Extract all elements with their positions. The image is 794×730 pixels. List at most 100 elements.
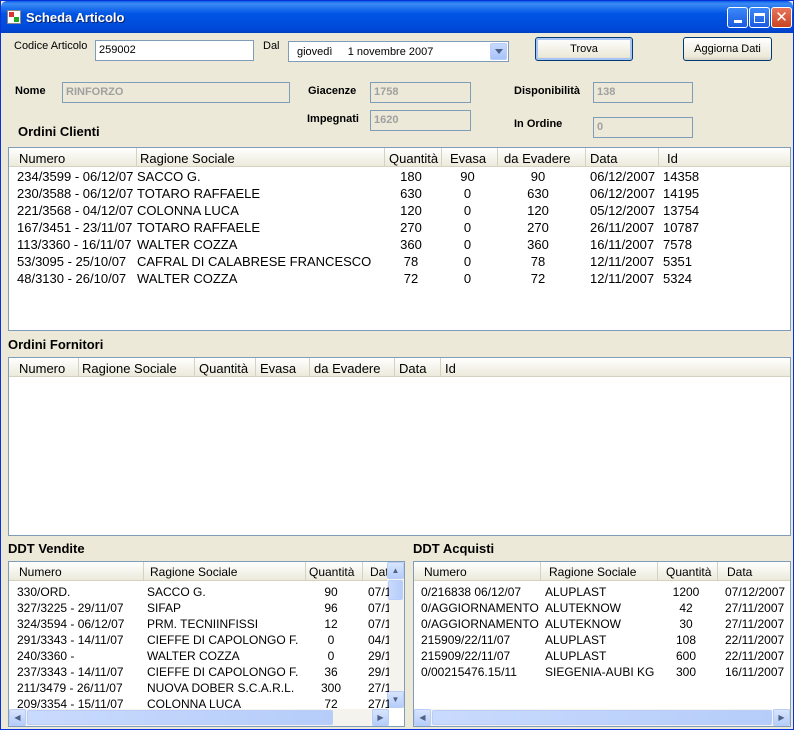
cell-data: 07/1	[368, 601, 389, 615]
column-header-data[interactable]: Data	[718, 562, 790, 581]
ordini-fornitori-list[interactable]: Numero Ragione Sociale Quantità Evasa da…	[8, 357, 791, 536]
column-header-quantita[interactable]: Quantità	[385, 148, 442, 167]
cell-quantita: 72	[324, 697, 338, 711]
giacenze-field: 1758	[370, 82, 471, 103]
ddt-acquisti-list[interactable]: Numero Ragione Sociale Quantità Data ◀ ▶…	[413, 561, 791, 727]
table-row[interactable]: 167/3451 - 23/11/07 TOTARO RAFFAELE 270 0 27…	[9, 219, 790, 236]
column-header-ragione-sociale[interactable]: Ragione Sociale	[541, 562, 658, 581]
cell-data: 22/11/2007	[725, 633, 785, 647]
cell-quantita: 300	[320, 681, 342, 695]
column-header-ragione-sociale[interactable]: Ragione Sociale	[137, 148, 385, 167]
scroll-thumb[interactable]	[27, 710, 333, 725]
chevron-down-icon[interactable]	[490, 43, 507, 60]
table-row[interactable]: 324/3594 - 06/12/07 PRM. TECNIINFISSI 12 07…	[9, 616, 404, 632]
cell-numero: 221/3568 - 04/12/07	[17, 203, 134, 218]
cell-numero: 324/3594 - 06/12/07	[17, 617, 125, 631]
cell-ragione-sociale: CIEFFE DI CAPOLONGO F.	[147, 665, 299, 679]
cell-ragione-sociale: WALTER COZZA	[137, 271, 238, 286]
table-row[interactable]: 53/3095 - 25/10/07 CAFRAL DI CALABRESE FR…	[9, 253, 790, 270]
column-header-numero[interactable]: Numero	[9, 148, 137, 167]
column-header-numero[interactable]: Numero	[414, 562, 541, 581]
table-row[interactable]: 215909/22/11/07 ALUPLAST 600 22/11/2007	[414, 648, 790, 664]
scroll-right-icon[interactable]: ▶	[773, 709, 790, 726]
table-row[interactable]: 240/3360 - WALTER COZZA 0 29/1	[9, 648, 404, 664]
column-header-data[interactable]: Data	[395, 358, 441, 377]
table-row[interactable]: 0/AGGIORNAMENTO ALUTEKNOW 30 27/11/2007	[414, 616, 790, 632]
title-bar[interactable]: Scheda Articolo ✕	[1, 1, 793, 33]
window-title: Scheda Articolo	[26, 10, 125, 25]
cell-numero: 215909/22/11/07	[421, 633, 511, 647]
cell-quantita: 42	[679, 601, 693, 615]
codice-articolo-input[interactable]: 259002	[95, 40, 254, 61]
table-row[interactable]: 0/216838 06/12/07 ALUPLAST 1200 07/12/2007	[414, 584, 790, 600]
table-row[interactable]: 291/3343 - 14/11/07 CIEFFE DI CAPOLONGO F…	[9, 632, 404, 648]
cell-data: 29/1	[368, 649, 389, 663]
scroll-left-icon[interactable]: ◀	[414, 709, 431, 726]
close-button[interactable]: ✕	[771, 7, 792, 28]
cell-numero: 237/3343 - 14/11/07	[17, 665, 124, 679]
cell-da-evadere: 360	[527, 237, 549, 252]
cell-ragione-sociale: TOTARO RAFFAELE	[137, 220, 261, 235]
column-header-quantita[interactable]: Quantità	[658, 562, 718, 581]
cell-data: 12/11/2007	[590, 271, 655, 286]
cell-data: 27/11/2007	[725, 601, 785, 615]
maximize-button[interactable]	[749, 7, 770, 28]
nome-label: Nome	[15, 85, 46, 97]
cell-ragione-sociale: COLONNA LUCA	[137, 203, 239, 218]
table-row[interactable]: 48/3130 - 26/10/07 WALTER COZZA 72 0 72 12/11…	[9, 270, 790, 287]
scroll-thumb[interactable]	[432, 710, 772, 725]
table-row[interactable]: 211/3479 - 26/11/07 NUOVA DOBER S.C.A.R.L…	[9, 680, 404, 696]
trova-button[interactable]: Trova	[535, 37, 633, 61]
cell-data: 22/11/2007	[725, 649, 785, 663]
minimize-button[interactable]	[727, 7, 748, 28]
table-row[interactable]: 0/AGGIORNAMENTO ALUTEKNOW 42 27/11/2007	[414, 600, 790, 616]
aggiorna-dati-button[interactable]: Aggiorna Dati	[683, 37, 772, 61]
cell-da-evadere: 630	[527, 186, 549, 201]
column-header-ragione-sociale[interactable]: Ragione Sociale	[144, 562, 306, 581]
in-ordine-label: In Ordine	[514, 118, 563, 130]
cell-evasa: 90	[460, 169, 475, 184]
cell-ragione-sociale: COLONNA LUCA	[147, 697, 242, 711]
cell-ragione-sociale: TOTARO RAFFAELE	[137, 186, 261, 201]
column-header-numero[interactable]: Numero	[9, 358, 79, 377]
table-row[interactable]: 221/3568 - 04/12/07 COLONNA LUCA 120 0 120 05…	[9, 202, 790, 219]
codice-articolo-label: Codice Articolo	[14, 40, 88, 52]
table-row[interactable]: 230/3588 - 06/12/07 TOTARO RAFFAELE 630 0 63…	[9, 185, 790, 202]
column-header-evasa[interactable]: Evasa	[256, 358, 310, 377]
column-header-id[interactable]: Id	[441, 358, 790, 377]
cell-numero: 230/3588 - 06/12/07	[17, 186, 134, 201]
cell-data: 27/1	[368, 697, 389, 711]
ddt-acquisti-horizontal-scrollbar[interactable]: ◀ ▶	[414, 709, 790, 726]
table-row[interactable]: 0/00215476.15/11 SIEGENIA-AUBI KG 300 16/11…	[414, 664, 790, 680]
ordini-clienti-list[interactable]: Numero Ragione Sociale Quantità Evasa da…	[8, 147, 791, 331]
cell-quantita: 270	[400, 220, 422, 235]
column-header-quantita[interactable]: Quantità	[195, 358, 256, 377]
column-header-da-evadere[interactable]: da Evadere	[498, 148, 586, 167]
table-row[interactable]: 113/3360 - 16/11/07 WALTER COZZA 360 0 360 16…	[9, 236, 790, 253]
date-picker[interactable]: giovedì 1 novembre 2007	[288, 41, 509, 62]
cell-data: 07/1	[368, 585, 389, 599]
column-header-numero[interactable]: Numero	[9, 562, 144, 581]
table-row[interactable]: 215909/22/11/07 ALUPLAST 108 22/11/2007	[414, 632, 790, 648]
table-row[interactable]: 237/3343 - 14/11/07 CIEFFE DI CAPOLONGO F…	[9, 664, 404, 680]
column-header-ragione-sociale[interactable]: Ragione Sociale	[79, 358, 195, 377]
cell-da-evadere: 72	[530, 271, 546, 286]
column-header-id[interactable]: Id	[659, 148, 790, 167]
column-header-data[interactable]: Dat	[363, 562, 389, 581]
table-row[interactable]: 327/3225 - 29/11/07 SIFAP 96 07/1	[9, 600, 404, 616]
ddt-vendite-list[interactable]: Numero Ragione Sociale Quantità Dat ▲ ▼ …	[8, 561, 405, 727]
column-header-data[interactable]: Data	[586, 148, 659, 167]
close-icon: ✕	[775, 8, 788, 26]
cell-data: 07/12/2007	[725, 585, 786, 599]
table-row[interactable]: 209/3354 - 15/11/07 COLONNA LUCA 72 27/1	[9, 696, 404, 712]
scroll-up-icon[interactable]: ▲	[387, 562, 404, 579]
column-header-da-evadere[interactable]: da Evadere	[310, 358, 395, 377]
ddt-vendite-header: Numero Ragione Sociale Quantità Dat	[9, 562, 389, 581]
maximize-icon	[754, 12, 765, 23]
table-row[interactable]: 330/ORD. SACCO G. 90 07/1	[9, 584, 404, 600]
column-header-quantita[interactable]: Quantità	[306, 562, 363, 581]
table-row[interactable]: 234/3599 - 06/12/07 SACCO G. 180 90 90 06/12/…	[9, 168, 790, 185]
column-header-evasa[interactable]: Evasa	[442, 148, 498, 167]
cell-evasa: 0	[463, 254, 472, 269]
cell-quantita: 600	[675, 649, 697, 663]
